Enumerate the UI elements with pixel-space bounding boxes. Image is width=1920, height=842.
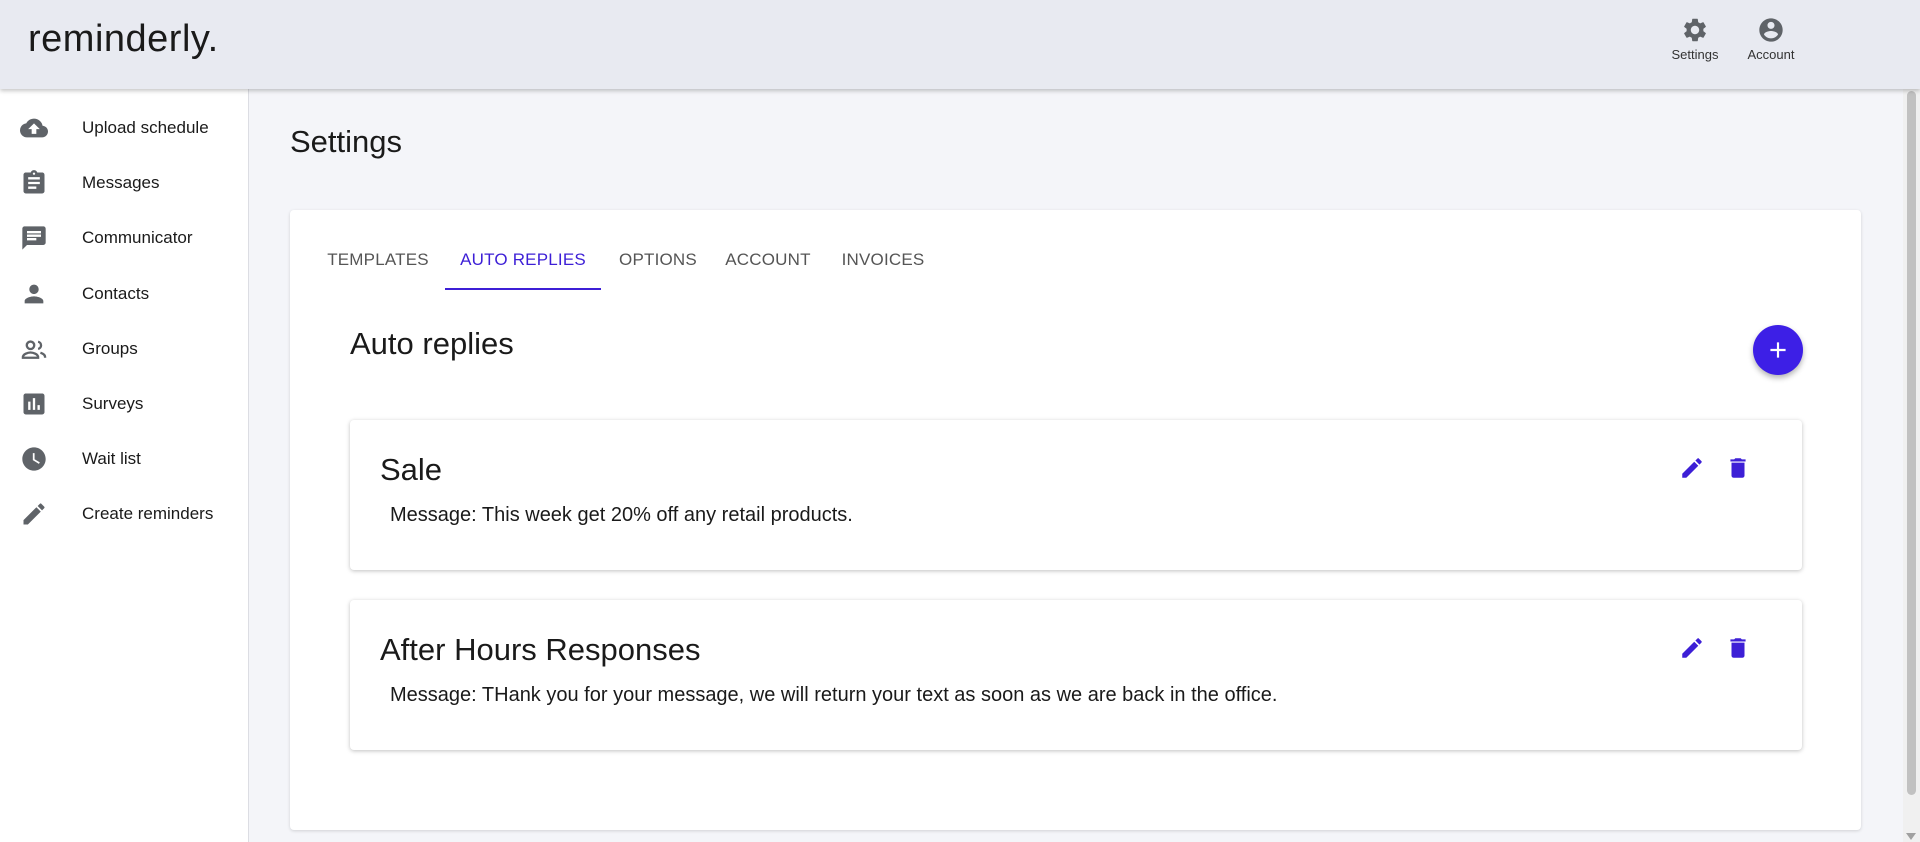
cloud-upload-icon [20, 115, 48, 141]
delete-button[interactable] [1724, 454, 1752, 482]
header-settings-button[interactable]: Settings [1660, 16, 1730, 62]
person-icon [20, 281, 48, 307]
header-account-label: Account [1747, 47, 1795, 62]
header-settings-label: Settings [1671, 47, 1719, 62]
clipboard-icon [20, 170, 48, 196]
auto-reply-card: After Hours Responses Message: THank you… [350, 600, 1802, 750]
account-circle-icon [1759, 18, 1783, 42]
sidebar-item-label: Messages [82, 173, 160, 192]
page-title: Settings [290, 124, 403, 159]
scroll-down-arrow-icon[interactable] [1906, 833, 1916, 840]
bar-chart-icon [20, 391, 48, 417]
auto-reply-card: Sale Message: This week get 20% off any … [350, 420, 1802, 570]
chat-icon [20, 225, 48, 251]
sidebar-item-communicator[interactable]: Communicator [0, 215, 248, 261]
clock-icon [20, 446, 48, 472]
sidebar-item-label: Communicator [82, 228, 193, 247]
gear-icon [1684, 18, 1706, 42]
sidebar-item-messages[interactable]: Messages [0, 160, 248, 206]
sidebar-item-upload-schedule[interactable]: Upload schedule [0, 105, 248, 151]
trash-icon [1730, 638, 1746, 658]
sidebar-item-label: Groups [82, 339, 138, 358]
sidebar: Upload schedule Messages Communicator Co… [0, 89, 249, 842]
sidebar-item-label: Contacts [82, 284, 150, 303]
sidebar-item-label: Wait list [82, 449, 141, 468]
sidebar-item-contacts[interactable]: Contacts [0, 271, 248, 317]
sidebar-item-label: Upload schedule [82, 118, 209, 137]
edit-button[interactable] [1678, 634, 1706, 662]
tab-options[interactable]: OPTIONS [610, 240, 706, 290]
auto-reply-message: Message: This week get 20% off any retai… [390, 504, 853, 526]
add-auto-reply-button[interactable] [1753, 325, 1803, 375]
tab-templates[interactable]: TEMPLATES [320, 240, 436, 290]
sidebar-item-label: Surveys [82, 394, 144, 413]
auto-reply-title: After Hours Responses [380, 632, 701, 667]
tab-account[interactable]: ACCOUNT [714, 240, 822, 290]
people-icon [20, 336, 48, 362]
pencil-icon [1682, 458, 1702, 478]
auto-reply-message: Message: THank you for your message, we … [390, 684, 1278, 706]
sidebar-item-groups[interactable]: Groups [0, 326, 248, 372]
sidebar-item-label: Create reminders [82, 504, 214, 523]
delete-button[interactable] [1724, 634, 1752, 662]
page-scrollbar[interactable] [1903, 89, 1920, 842]
trash-icon [1730, 458, 1746, 478]
app-header: reminderly. Settings Account [0, 0, 1920, 89]
settings-card: TEMPLATES AUTO REPLIES OPTIONS ACCOUNT I… [290, 210, 1861, 830]
auto-reply-title: Sale [380, 452, 443, 487]
sidebar-item-surveys[interactable]: Surveys [0, 381, 248, 427]
plus-icon [1770, 342, 1786, 358]
tab-invoices[interactable]: INVOICES [830, 240, 936, 290]
scrollbar-thumb[interactable] [1907, 91, 1916, 795]
app-logo[interactable]: reminderly. [28, 18, 219, 61]
pencil-icon [1682, 638, 1702, 658]
sidebar-item-wait-list[interactable]: Wait list [0, 436, 248, 482]
header-account-button[interactable]: Account [1736, 16, 1806, 62]
sidebar-item-create-reminders[interactable]: Create reminders [0, 491, 248, 537]
tab-auto-replies[interactable]: AUTO REPLIES [445, 240, 601, 290]
pencil-icon [20, 501, 48, 527]
edit-button[interactable] [1678, 454, 1706, 482]
section-title: Auto replies [350, 326, 514, 361]
